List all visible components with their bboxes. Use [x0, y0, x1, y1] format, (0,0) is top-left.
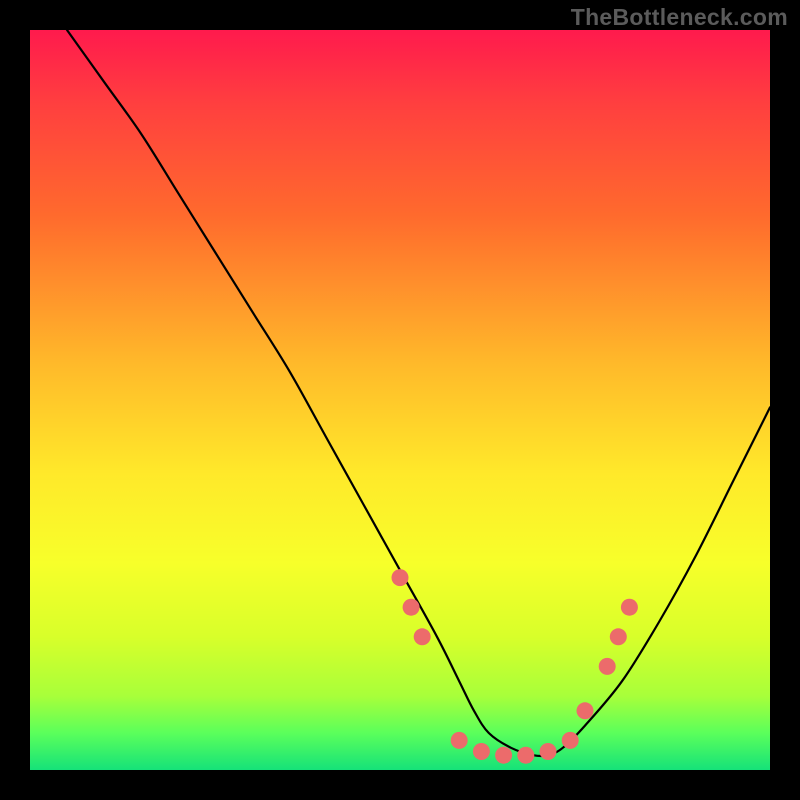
curve-svg [30, 30, 770, 770]
marker-dot [540, 743, 557, 760]
marker-dot [403, 599, 420, 616]
marker-dot [473, 743, 490, 760]
marker-dot [577, 702, 594, 719]
marker-dot [610, 628, 627, 645]
curve-path [67, 30, 770, 756]
watermark-label: TheBottleneck.com [571, 4, 788, 31]
marker-dot [451, 732, 468, 749]
chart-frame: TheBottleneck.com [0, 0, 800, 800]
marker-dot [562, 732, 579, 749]
marker-dot [599, 658, 616, 675]
marker-dot [414, 628, 431, 645]
marker-dot [517, 747, 534, 764]
plot-area [30, 30, 770, 770]
marker-dot [495, 747, 512, 764]
marker-dot [621, 599, 638, 616]
marker-dot [392, 569, 409, 586]
marker-dots [392, 569, 638, 764]
